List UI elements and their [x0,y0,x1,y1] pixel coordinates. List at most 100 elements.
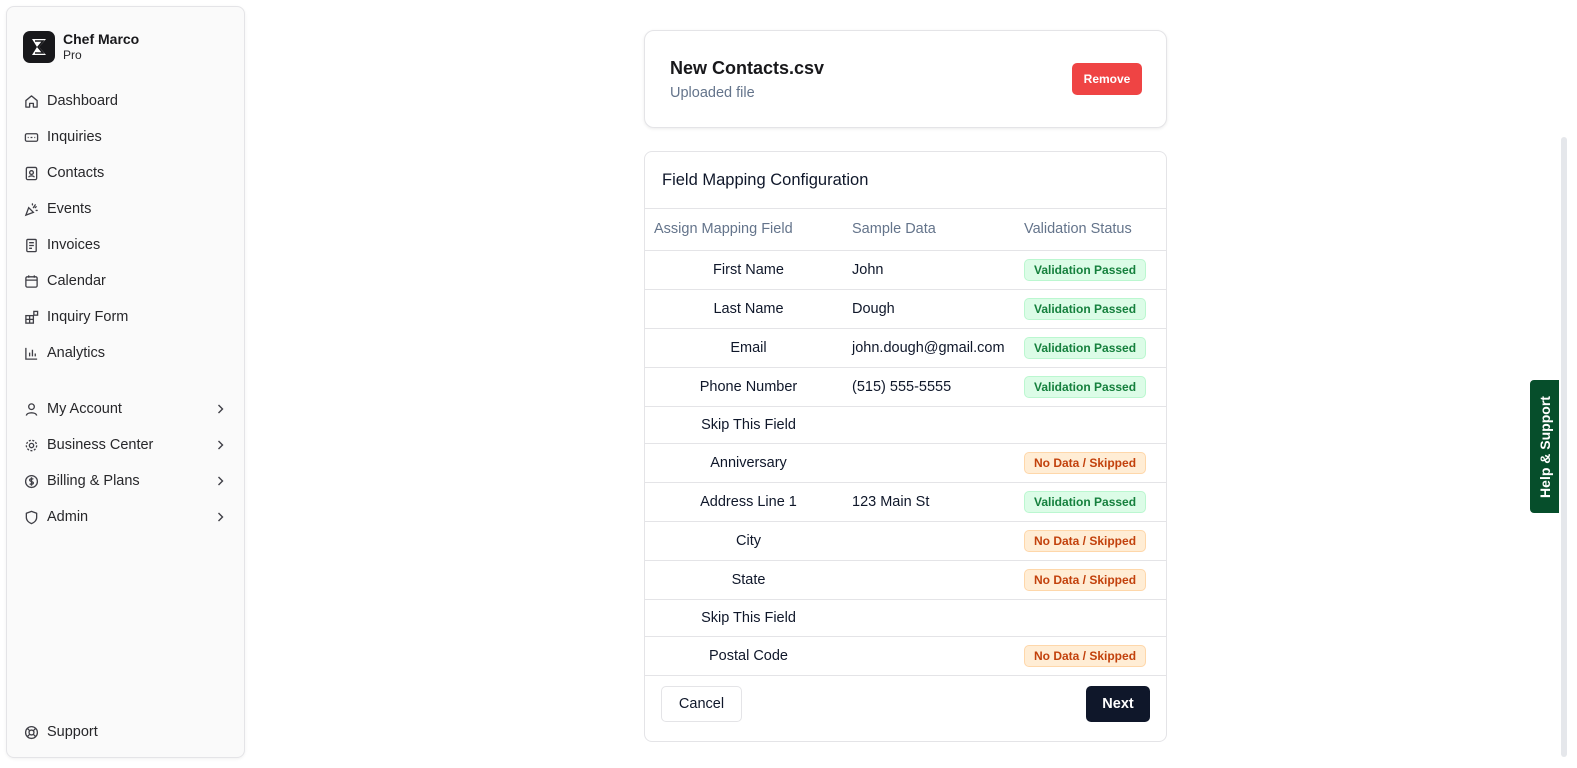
chevron-right-icon [212,509,228,525]
status-badge: Validation Passed [1024,258,1147,281]
file-name: New Contacts.csv [670,58,825,78]
mapping-field-select[interactable]: State [645,560,852,600]
sidebar-item-billing-plans[interactable]: Billing & Plans [7,463,244,499]
chevron-right-icon [212,473,228,489]
lifebuoy-icon [23,724,39,740]
home-icon [23,93,39,109]
sidebar-nav: Dashboard Inquiries Contacts Events Invo… [7,83,244,535]
sample-data [852,406,1024,444]
file-subtitle: Uploaded file [670,85,755,101]
status-badge: Validation Passed [1024,375,1147,398]
table-row: Skip This Field [645,406,1167,444]
uploaded-file-card: New Contacts.csv Uploaded file Remove [644,30,1167,128]
mapping-field-select[interactable]: Skip This Field [645,406,852,444]
sidebar-item-admin[interactable]: Admin [7,499,244,535]
party-popper-icon [23,201,39,217]
cancel-button[interactable]: Cancel [661,686,742,722]
sidebar-item-label: Business Center [47,437,154,453]
chevron-right-icon [212,401,228,417]
form-blocks-icon [23,309,39,325]
sidebar-item-label: Inquiry Form [47,309,129,325]
status-badge: Validation Passed [1024,336,1147,359]
table-row: First Name John Validation Passed [645,250,1167,290]
sidebar-item-support[interactable]: Support [7,714,244,750]
mapping-table: Assign Mapping Field Sample Data Validat… [645,209,1167,676]
gear-icon [23,437,39,453]
sidebar-item-label: Dashboard [47,93,118,109]
sample-data: Dough [852,289,1024,329]
mapping-field-select[interactable]: Anniversary [645,443,852,483]
column-header-field: Assign Mapping Field [645,209,852,251]
inbox-icon [23,129,39,145]
contact-card-icon [23,165,39,181]
mapping-field-select[interactable]: First Name [645,250,852,290]
sidebar-item-my-account[interactable]: My Account [7,391,244,427]
sidebar-item-business-center[interactable]: Business Center [7,427,244,463]
mapping-field-select[interactable]: Email [645,328,852,368]
sidebar-item-label: My Account [47,401,122,417]
status-cell [1024,599,1167,637]
sidebar-item-label: Billing & Plans [47,473,140,489]
sidebar-item-inquiry-form[interactable]: Inquiry Form [7,299,244,335]
table-header-row: Assign Mapping Field Sample Data Validat… [645,209,1167,251]
sample-data [852,599,1024,637]
sidebar-item-inquiries[interactable]: Inquiries [7,119,244,155]
sample-data [852,636,1024,676]
sidebar-support-section: Support [7,714,244,750]
table-row: Anniversary No Data / Skipped [645,443,1167,483]
mapping-field-select[interactable]: City [645,521,852,561]
sidebar-item-calendar[interactable]: Calendar [7,263,244,299]
user-icon [23,401,39,417]
sidebar-item-label: Admin [47,509,89,525]
sidebar-item-events[interactable]: Events [7,191,244,227]
sidebar-item-contacts[interactable]: Contacts [7,155,244,191]
status-cell [1024,406,1167,444]
sidebar: Chef Marco Pro Dashboard Inquiries Conta… [6,6,245,758]
remove-file-button[interactable]: Remove [1072,63,1142,95]
status-badge: No Data / Skipped [1024,568,1147,591]
column-header-sample: Sample Data [852,209,1024,251]
shield-icon [23,509,39,525]
sidebar-item-label: Events [47,201,92,217]
mapping-field-select[interactable]: Last Name [645,289,852,329]
sidebar-item-label: Analytics [47,345,106,361]
table-row: State No Data / Skipped [645,560,1167,600]
sidebar-item-invoices[interactable]: Invoices [7,227,244,263]
plan-label: Pro [63,48,82,62]
mapping-field-select[interactable]: Skip This Field [645,599,852,637]
help-support-tab[interactable]: Help & Support [1530,380,1559,513]
sample-data: John [852,250,1024,290]
next-button[interactable]: Next [1086,686,1150,722]
calendar-icon [23,273,39,289]
status-badge: No Data / Skipped [1024,644,1147,667]
field-mapping-card: Field Mapping Configuration Assign Mappi… [644,151,1167,742]
sample-data [852,560,1024,600]
mapping-field-select[interactable]: Address Line 1 [645,482,852,522]
sidebar-item-label: Contacts [47,165,105,181]
sample-data [852,443,1024,483]
help-support-label: Help & Support [1536,395,1553,498]
receipt-icon [23,237,39,253]
account-name: Chef Marco [63,31,140,47]
app-logo-icon [23,31,55,63]
brand[interactable]: Chef Marco Pro [7,7,244,71]
sample-data [852,521,1024,561]
status-badge: Validation Passed [1024,297,1147,320]
table-row: Last Name Dough Validation Passed [645,289,1167,329]
column-header-status: Validation Status [1024,209,1167,251]
dollar-circle-icon [23,473,39,489]
mapping-field-select[interactable]: Phone Number [645,367,852,407]
mapping-field-select[interactable]: Postal Code [645,636,852,676]
chevron-right-icon [212,437,228,453]
table-row: Skip This Field [645,599,1167,637]
table-row: Email john.dough@gmail.com Validation Pa… [645,328,1167,368]
sample-data: 123 Main St [852,482,1024,522]
sidebar-item-dashboard[interactable]: Dashboard [7,83,244,119]
sidebar-item-label: Invoices [47,237,101,253]
sidebar-item-label: Support [47,724,98,740]
table-row: Phone Number (515) 555-5555 Validation P… [645,367,1167,407]
sidebar-item-analytics[interactable]: Analytics [7,335,244,371]
sample-data: john.dough@gmail.com [852,328,1024,368]
scrollbar-thumb[interactable] [1561,137,1567,757]
mapping-footer: Cancel Next [645,671,1166,741]
